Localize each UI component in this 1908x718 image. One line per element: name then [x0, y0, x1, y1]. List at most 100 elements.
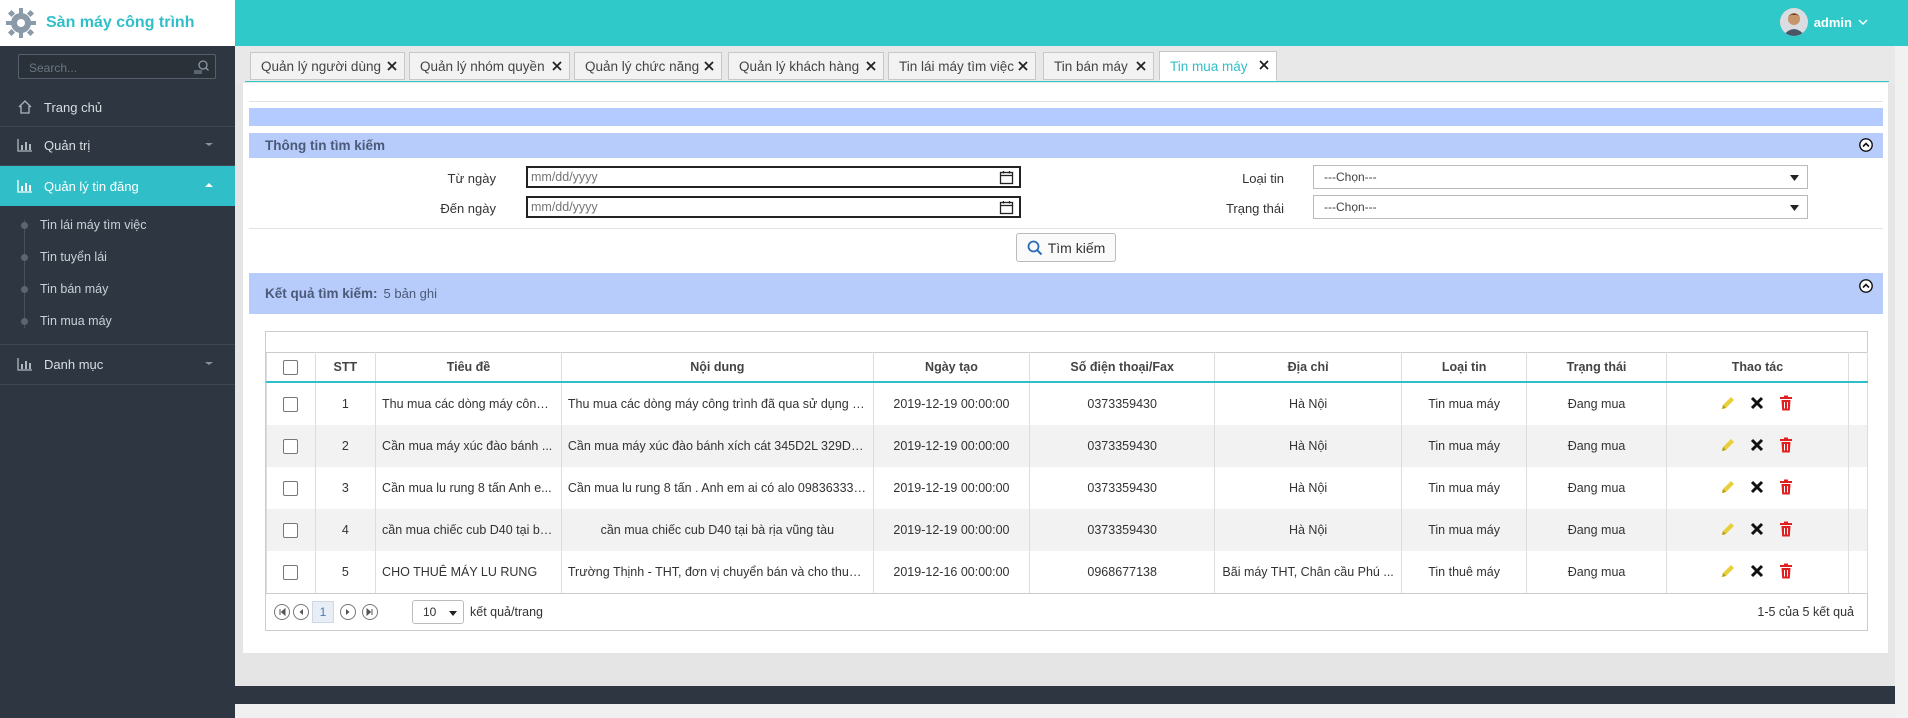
row-select-cell[interactable] — [266, 425, 316, 467]
close-icon[interactable] — [1748, 520, 1766, 538]
content-cell: Trường Thịnh - THT, đơn vị chuyển bán và… — [560, 551, 874, 593]
search-panel-title: Thông tin tìm kiếm — [265, 138, 385, 153]
sidebar-item-admin[interactable]: Quản trị — [0, 125, 235, 165]
prev-page-icon[interactable] — [293, 604, 309, 620]
close-icon[interactable] — [550, 59, 564, 73]
column-header[interactable]: Số điện thoại/Fax — [1029, 352, 1216, 383]
search-button[interactable]: Tìm kiếm — [1016, 233, 1116, 262]
tab-roles[interactable]: Quản lý nhóm quyền — [409, 52, 570, 80]
stt-cell: 5 — [314, 551, 377, 593]
stt-cell: 1 — [314, 382, 377, 425]
trash-icon[interactable] — [1777, 520, 1795, 538]
edit-icon[interactable] — [1719, 436, 1737, 454]
close-icon[interactable] — [1257, 58, 1271, 72]
column-header[interactable]: Nội dung — [560, 352, 874, 383]
tab-users[interactable]: Quản lý người dùng — [250, 52, 405, 80]
close-icon[interactable] — [1016, 59, 1030, 73]
logo[interactable]: Sàn máy công trình — [0, 0, 235, 46]
collapse-icon[interactable] — [1859, 279, 1873, 293]
table-row[interactable]: 4 cần mua chiếc cub D40 tại bà... cần mua … — [266, 509, 1868, 551]
trash-icon[interactable] — [1777, 436, 1795, 454]
row-select-cell[interactable] — [266, 467, 316, 509]
row-checkbox[interactable] — [283, 396, 299, 412]
column-header[interactable]: STT — [314, 352, 377, 383]
table-row[interactable]: 3 Cần mua lu rung 8 tấn Anh e... Cần mua l… — [266, 467, 1868, 509]
row-checkbox[interactable] — [283, 522, 299, 538]
phone-cell: 0373359430 — [1029, 509, 1216, 551]
table-header-row: STT Tiêu đề Nội dung Ngày tạo Số điện th… — [266, 352, 1868, 383]
close-icon[interactable] — [1748, 478, 1766, 496]
row-checkbox[interactable] — [283, 564, 299, 580]
from-date-field[interactable] — [526, 166, 1021, 188]
next-page-icon[interactable] — [340, 604, 356, 620]
address-cell: Bãi máy THT, Chân cầu Phú ... — [1214, 551, 1403, 593]
gear-logo-icon — [6, 8, 36, 38]
row-select-cell[interactable] — [266, 509, 316, 551]
row-checkbox[interactable] — [283, 438, 299, 454]
table-row[interactable]: 1 Thu mua các dòng máy công ... Thu mua cá… — [266, 382, 1868, 425]
select-all-header[interactable] — [266, 352, 316, 383]
user-menu[interactable]: admin — [1779, 8, 1868, 36]
row-checkbox[interactable] — [283, 480, 299, 496]
search-panel-header: Thông tin tìm kiếm — [249, 133, 1883, 158]
tab-driver-jobs[interactable]: Tin lái máy tìm việc — [888, 52, 1036, 80]
edit-icon[interactable] — [1719, 520, 1737, 538]
tab-customers[interactable]: Quản lý khách hàng — [728, 52, 884, 80]
close-icon[interactable] — [1748, 436, 1766, 454]
last-page-icon[interactable] — [362, 604, 378, 620]
search-icon[interactable] — [193, 59, 209, 75]
tab-buy-machines[interactable]: Tin mua máy — [1159, 51, 1277, 81]
sidebar-subitem-driver-jobs[interactable]: Tin lái máy tìm việc — [0, 211, 235, 239]
column-header[interactable]: Địa chỉ — [1214, 352, 1403, 383]
close-icon[interactable] — [864, 59, 878, 73]
sidebar-search-input[interactable] — [27, 57, 191, 78]
type-select[interactable]: ---Chọn--- — [1313, 165, 1808, 189]
to-date-field[interactable] — [526, 196, 1021, 218]
status-select[interactable]: ---Chọn--- — [1313, 195, 1808, 219]
first-page-icon[interactable] — [274, 604, 290, 620]
column-header[interactable]: Tiêu đề — [375, 352, 562, 383]
to-date-input[interactable] — [528, 197, 1019, 217]
table-row[interactable]: 2 Cần mua máy xúc đào bánh ... Cần mua máy… — [266, 425, 1868, 467]
trash-icon[interactable] — [1777, 478, 1795, 496]
top-stripe — [249, 108, 1883, 126]
column-header[interactable]: Ngày tạo — [872, 352, 1031, 383]
row-select-cell[interactable] — [266, 551, 316, 593]
sidebar-item-categories[interactable]: Danh mục — [0, 344, 235, 384]
phone-cell: 0373359430 — [1029, 425, 1216, 467]
sidebar-item-home[interactable]: Trang chủ — [0, 87, 235, 127]
tab-functions[interactable]: Quản lý chức năng — [574, 52, 722, 80]
edit-icon[interactable] — [1719, 562, 1737, 580]
sidebar-subitem-hire-drivers[interactable]: Tin tuyển lái — [0, 243, 235, 271]
close-icon[interactable] — [1134, 59, 1148, 73]
edit-icon[interactable] — [1719, 394, 1737, 412]
close-icon[interactable] — [702, 59, 716, 73]
per-page-select[interactable]: 10 — [412, 600, 464, 624]
close-icon[interactable] — [1748, 394, 1766, 412]
column-header[interactable]: Loại tin — [1401, 352, 1528, 383]
tab-sell-machines[interactable]: Tin bán máy — [1043, 52, 1154, 80]
trash-icon[interactable] — [1777, 562, 1795, 580]
from-date-label: Từ ngày — [447, 171, 496, 186]
collapse-icon[interactable] — [1859, 138, 1873, 152]
title-cell: Cần mua máy xúc đào bánh ... — [375, 425, 562, 467]
scrollbar[interactable] — [1895, 46, 1908, 718]
row-select-cell[interactable] — [266, 382, 316, 425]
close-icon[interactable] — [1748, 562, 1766, 580]
from-date-input[interactable] — [528, 167, 1019, 187]
edit-icon[interactable] — [1719, 478, 1737, 496]
table-row[interactable]: 5 CHO THUÊ MÁY LU RUNG Trường Thịnh - THT,… — [266, 551, 1868, 593]
calendar-icon[interactable] — [999, 170, 1014, 185]
column-header[interactable]: Trạng thái — [1526, 352, 1667, 383]
sidebar-subitem-sell-machines[interactable]: Tin bán máy — [0, 275, 235, 303]
select-all-checkbox[interactable] — [283, 359, 299, 375]
calendar-icon[interactable] — [999, 200, 1014, 215]
sidebar-subitem-buy-machines[interactable]: Tin mua máy — [0, 307, 235, 335]
trash-icon[interactable] — [1777, 394, 1795, 412]
phone-cell: 0968677138 — [1029, 551, 1216, 593]
address-cell: Hà Nội — [1214, 382, 1403, 425]
sidebar-item-posts[interactable]: Quản lý tin đăng — [0, 166, 235, 206]
close-icon[interactable] — [385, 59, 399, 73]
current-page[interactable]: 1 — [312, 601, 334, 623]
content-cell: Thu mua các dòng máy công trình đã qua s… — [560, 382, 874, 425]
